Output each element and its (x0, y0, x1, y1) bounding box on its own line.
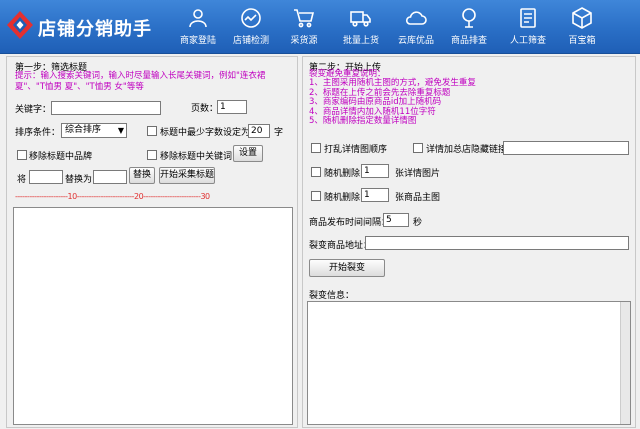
min-chars-checkbox[interactable] (147, 126, 157, 136)
info-scrollbar[interactable] (620, 302, 630, 424)
nav-label: 人工筛查 (509, 36, 546, 46)
cart-icon (294, 9, 315, 28)
address-input[interactable] (365, 236, 629, 250)
top-toolbar: 店铺分销助手 商家登陆 店铺检测 采货源 批量上货 云库优品 商品排查 人工筛查… (0, 0, 640, 54)
delete-main-label: 随机删除 (324, 193, 361, 203)
nav-cloud-picks[interactable]: 云库优品 (390, 4, 442, 50)
char-ruler: ----------------------10----------------… (15, 192, 210, 201)
truck-icon (350, 11, 371, 27)
document-icon (520, 8, 536, 28)
app-logo-icon (7, 11, 33, 39)
detail-link-input[interactable] (503, 141, 629, 155)
pages-input[interactable]: 1 (217, 100, 247, 114)
app-title: 店铺分销助手 (38, 19, 152, 40)
replace-button[interactable]: 替换 (129, 167, 155, 184)
nav-label: 商品排查 (450, 36, 487, 46)
address-label: 裂变商品地址： (309, 241, 373, 251)
nav-product-check[interactable]: 商品排查 (443, 4, 495, 50)
chart-circle-icon (241, 8, 261, 28)
nav-label: 商家登陆 (179, 36, 216, 46)
nav-batch-upload[interactable]: 批量上货 (335, 4, 387, 50)
box-icon (572, 7, 592, 29)
nav-label: 云库优品 (397, 36, 434, 46)
delete-detail-label: 随机删除 (324, 169, 361, 179)
interval-unit: 秒 (413, 218, 423, 228)
filter-title-panel: 第一步：筛选标题 提示：输入搜索关键词，输入时尽量输入长尾关键词，例如"连衣裙夏… (6, 56, 298, 428)
min-chars-unit: 字 (274, 128, 284, 138)
delete-main-checkbox[interactable] (311, 191, 321, 201)
delete-detail-checkbox[interactable] (311, 167, 321, 177)
remove-keyword-checkbox[interactable] (147, 150, 157, 160)
split-info-textarea[interactable] (307, 301, 631, 425)
nav-merchant-login[interactable]: 商家登陆 (172, 4, 224, 50)
ruler-mark-10: 10 (67, 192, 78, 201)
upload-panel: 第二步：开始上传 裂变避免重复说明： 1、主图采用随机主图的方式，避免发生重复 … (302, 56, 636, 428)
interval-input[interactable]: 5 (383, 213, 409, 227)
delete-main-input[interactable]: 1 (361, 188, 389, 202)
tips-block: 裂变避免重复说明： 1、主图采用随机主图的方式，避免发生重复 2、标题在上传之前… (309, 69, 476, 127)
nav-shop-check[interactable]: 店铺检测 (225, 4, 277, 50)
replace-label: 将 (17, 175, 27, 185)
keyword-label: 关键字： (15, 105, 52, 115)
tip-item: 5、随机删除指定数量详情图 (309, 116, 417, 127)
nav-source-goods[interactable]: 采货源 (278, 4, 330, 50)
replace-to-label: 替换为 (65, 175, 93, 185)
start-collect-button[interactable]: 开始采集标题 (159, 167, 215, 184)
shuffle-detail-checkbox[interactable] (311, 143, 321, 153)
interval-label: 商品发布时间间隔： (309, 218, 391, 228)
user-group-icon (189, 9, 207, 28)
nav-label: 采货源 (290, 36, 318, 46)
sort-select-value: 综合排序 (65, 125, 102, 135)
info-label: 裂变信息： (309, 291, 355, 301)
delete-detail-unit: 张详情图片 (395, 169, 441, 179)
nav-label: 店铺检测 (232, 36, 269, 46)
remove-keyword-label: 移除标题中关键词 (160, 152, 233, 162)
replace-from-input[interactable] (29, 170, 63, 184)
search-icon (462, 8, 476, 28)
detail-link-label: 详情加总店隐藏链接 (426, 145, 508, 155)
title-results-textarea[interactable] (13, 207, 293, 425)
start-split-button[interactable]: 开始裂变 (309, 259, 385, 277)
delete-main-unit: 张商品主图 (395, 193, 441, 203)
shuffle-detail-label: 打乱详情图顺序 (324, 145, 388, 155)
remove-brand-checkbox[interactable] (17, 150, 27, 160)
min-chars-label: 标题中最少字数设定为 (160, 128, 251, 138)
ruler-mark-30: 30 (200, 192, 210, 201)
remove-brand-label: 移除标题中品牌 (29, 152, 93, 162)
sort-select[interactable]: 综合排序 ▼ (61, 123, 127, 138)
nav-label: 百宝箱 (568, 36, 596, 46)
delete-detail-input[interactable]: 1 (361, 164, 389, 178)
nav-label: 批量上货 (342, 36, 379, 46)
cloud-icon (405, 11, 427, 25)
nav-toolbox[interactable]: 百宝箱 (556, 4, 608, 50)
detail-link-checkbox[interactable] (413, 143, 423, 153)
settings-button[interactable]: 设置 (233, 145, 263, 162)
nav-manual-screen[interactable]: 人工筛查 (502, 4, 554, 50)
keyword-tip: 提示：输入搜索关键词，输入时尽量输入长尾关键词，例如"连衣裙夏"、"T恤男 夏"… (15, 71, 266, 92)
keyword-input[interactable] (51, 101, 161, 115)
ruler-mark-20: 20 (133, 192, 144, 201)
pages-label: 页数： (191, 104, 219, 114)
replace-to-input[interactable] (93, 170, 127, 184)
min-chars-input[interactable]: 20 (248, 124, 270, 138)
sort-label: 排序条件： (15, 128, 61, 138)
chevron-down-icon: ▼ (117, 126, 124, 135)
